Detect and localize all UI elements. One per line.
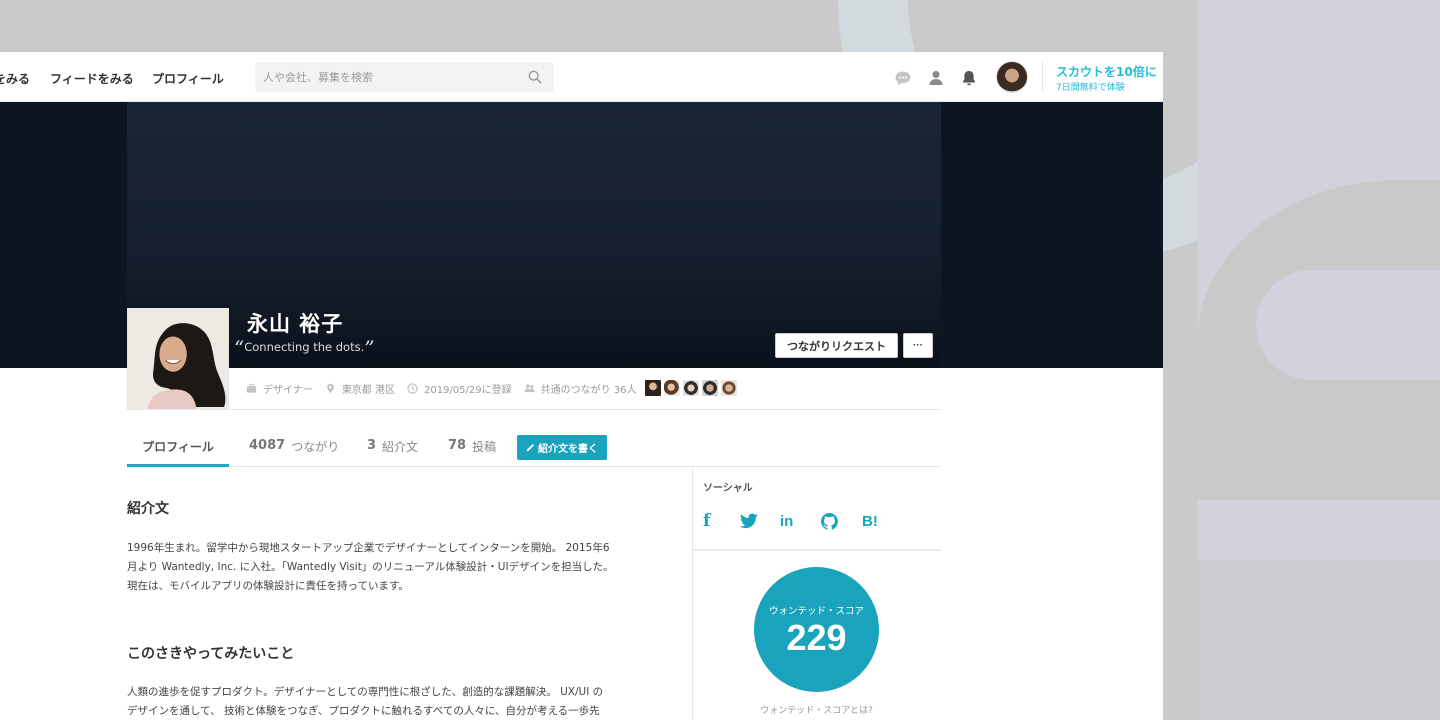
location-pin-icon (326, 383, 334, 393)
meta-registered: 2019/05/29に登録 (407, 381, 512, 396)
tab-posts-label: 投稿 (472, 440, 497, 454)
search-box[interactable] (255, 62, 554, 92)
meta-mutual[interactable]: 共通のつながり 36人 (524, 380, 740, 396)
tab-connections-label: つながり (291, 440, 340, 454)
future-section-title: このさきやってみたいこと (127, 646, 295, 662)
tab-introductions[interactable]: 3 紹介文 (367, 432, 418, 467)
people-icon (524, 383, 535, 392)
user-avatar[interactable] (996, 61, 1028, 93)
tagline-close-quote: ” (364, 336, 375, 360)
scout-promo-subtitle[interactable]: 7日間無料で体験 (1056, 80, 1125, 93)
user-tagline: “Connecting the dots.” (234, 336, 374, 360)
tagline-text: Connecting the dots. (244, 340, 365, 354)
background-bar-decoration (1198, 0, 1440, 720)
mutual-avatar[interactable] (663, 380, 680, 396)
wantedly-score-badge: ウォンテッド・スコア 229 (754, 567, 879, 692)
mutual-avatar[interactable] (720, 380, 737, 396)
side-column-divider (692, 467, 693, 720)
intro-line: 月より Wantedly, Inc. に入社。「Wantedly Visit」の… (127, 561, 614, 573)
mutual-avatar[interactable] (701, 380, 718, 396)
intro-line: 現在は、モバイルアプリの体験設計に責任を持っています。 (127, 580, 409, 592)
tab-profile[interactable]: プロフィール (127, 432, 229, 467)
background-shape-decoration (1198, 560, 1440, 720)
mutual-avatar[interactable] (644, 380, 661, 396)
meta-role: デザイナー (246, 381, 313, 396)
tab-introductions-count: 3 (367, 438, 377, 453)
future-section-body: 人類の進歩を促すプロダクト。デザイナーとしての専門性に根ざした、創造的な課題解決… (127, 683, 657, 720)
chat-icon[interactable] (894, 69, 912, 87)
intro-section-body: 1996年生まれ。留学中から現地スタートアップ企業でデザイナーとしてインターンを… (127, 539, 657, 596)
tab-connections-count: 4087 (249, 438, 286, 453)
tagline-open-quote: “ (234, 336, 245, 360)
meta-location-text: 東京都 港区 (341, 384, 395, 396)
tab-connections[interactable]: 4087 つながり (249, 432, 339, 467)
future-line: デザインを通して、 技術と体験をつなぎ、プロダクトに触れるすべての人々に、自分が… (127, 705, 600, 717)
tab-posts[interactable]: 78 投稿 (448, 432, 496, 467)
github-glyph (821, 512, 838, 530)
briefcase-icon (246, 383, 257, 393)
intro-section-title: 紹介文 (127, 501, 169, 517)
more-options-button[interactable]: ··· (903, 333, 933, 358)
facebook-icon[interactable]: f (703, 510, 710, 532)
background-shape-decoration (1198, 180, 1440, 500)
profile-meta-row: デザイナー 東京都 港区 2019/05/29に登録 共通のつながり 36人 (246, 380, 752, 396)
nav-divider (1042, 62, 1043, 92)
browser-window: をみる フィードをみる プロフィール スカウトを10倍に 7日間無料で体験 (0, 52, 1163, 720)
side-divider (693, 549, 941, 551)
profile-photo[interactable] (127, 308, 229, 410)
nav-link-profile[interactable]: プロフィール (152, 70, 224, 87)
score-help-link[interactable]: ウォンテッド・スコアとは? (754, 703, 879, 716)
twitter-icon[interactable] (740, 510, 758, 532)
mutual-avatar[interactable] (682, 380, 699, 396)
clock-icon (407, 382, 418, 394)
tab-introductions-label: 紹介文 (382, 440, 419, 454)
profile-photo-image (128, 309, 228, 409)
write-introduction-label: 紹介文を書く (538, 444, 598, 455)
user-icon[interactable] (927, 69, 945, 87)
github-icon[interactable] (821, 510, 838, 532)
twitter-bird-glyph (740, 513, 758, 529)
meta-location: 東京都 港区 (325, 381, 395, 396)
scout-promo-title[interactable]: スカウトを10倍に (1056, 63, 1157, 80)
tab-profile-label: プロフィール (142, 440, 214, 454)
bell-icon[interactable] (960, 69, 978, 87)
hatena-bookmark-icon[interactable]: B! (862, 510, 878, 532)
write-introduction-button[interactable]: 紹介文を書く (517, 435, 607, 460)
search-input[interactable] (263, 67, 513, 87)
connect-request-button[interactable]: つながりリクエスト (775, 333, 898, 358)
profile-tabs: プロフィール 4087 つながり 3 紹介文 78 投稿 紹介文を書く (127, 432, 941, 467)
social-section-label: ソーシャル (703, 483, 753, 494)
linkedin-icon[interactable]: in (780, 510, 793, 532)
search-icon[interactable] (528, 70, 542, 84)
meta-mutual-text[interactable]: 共通のつながり 36人 (541, 381, 637, 396)
user-name: 永山 裕子 (247, 312, 344, 336)
score-label: ウォンテッド・スコア (768, 606, 864, 617)
pencil-icon (526, 444, 534, 452)
mutual-avatars (644, 380, 740, 396)
top-nav: をみる フィードをみる プロフィール スカウトを10倍に 7日間無料で体験 (0, 52, 1163, 102)
nav-link-explore[interactable]: をみる (0, 70, 30, 87)
tab-posts-count: 78 (448, 438, 467, 453)
background-shape-decoration (1256, 270, 1440, 380)
intro-line: 1996年生まれ。留学中から現地スタートアップ企業でデザイナーとしてインターンを… (127, 542, 610, 554)
future-line: 人類の進歩を促すプロダクト。デザイナーとしての専門性に根ざした、創造的な課題解決… (127, 686, 604, 698)
nav-link-feed[interactable]: フィードをみる (50, 70, 134, 87)
meta-role-text: デザイナー (263, 384, 313, 396)
meta-divider (127, 409, 941, 410)
score-value: 229 (786, 617, 847, 658)
meta-registered-text: 2019/05/29に登録 (424, 384, 512, 396)
